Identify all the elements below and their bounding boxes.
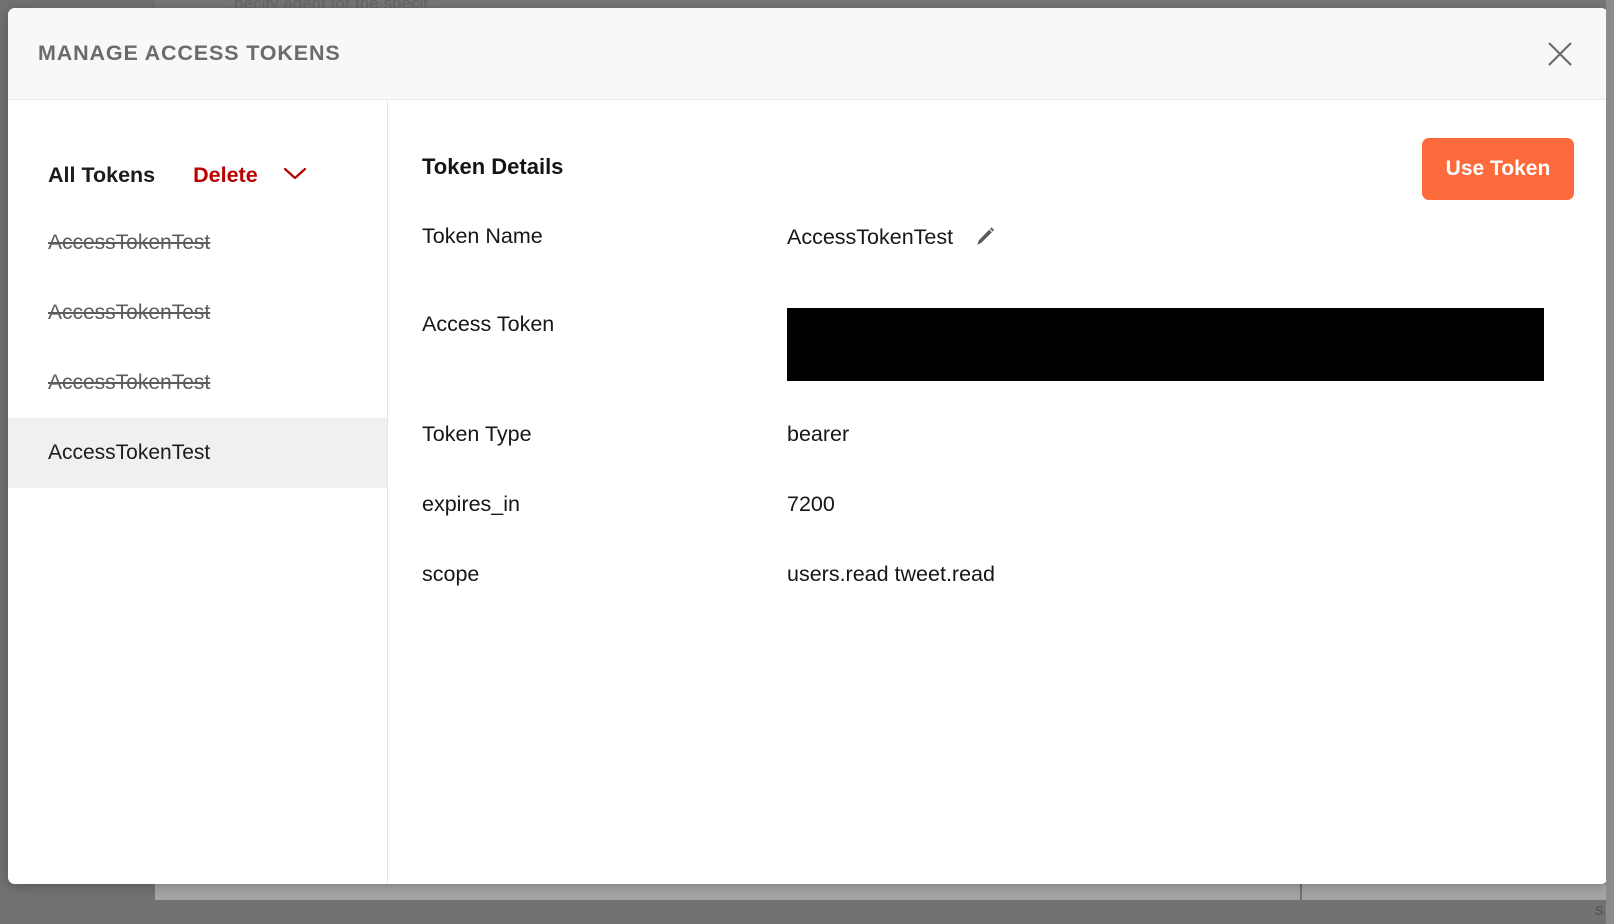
token-details-fields: Token Name AccessTokenTest [388, 200, 1608, 632]
dialog-header: MANAGE ACCESS TOKENS [8, 8, 1608, 100]
token-list-item[interactable]: AccessTokenTest [8, 278, 387, 348]
field-token-name: Token Name AccessTokenTest [422, 224, 1574, 312]
delete-label: Delete [193, 163, 258, 188]
access-token-label: Access Token [422, 312, 787, 337]
scope-label: scope [422, 562, 787, 587]
field-access-token: Access Token [422, 312, 1574, 422]
close-icon[interactable] [1540, 34, 1580, 74]
token-name-label: Token Name [422, 224, 787, 249]
chevron-down-icon [282, 165, 308, 186]
use-token-button[interactable]: Use Token [1422, 138, 1574, 200]
field-token-type: Token Type bearer [422, 422, 1574, 492]
dialog-title: MANAGE ACCESS TOKENS [38, 41, 341, 66]
token-list: AccessTokenTestAccessTokenTestAccessToke… [8, 208, 387, 488]
pencil-icon[interactable] [971, 224, 997, 250]
expires-in-value: 7200 [787, 492, 835, 517]
token-details-title: Token Details [422, 138, 563, 180]
background-right-gutter [1606, 0, 1614, 924]
all-tokens-label: All Tokens [48, 163, 155, 188]
dialog-body: All Tokens Delete AccessTokenTestAccessT… [8, 100, 1608, 884]
token-list-header: All Tokens Delete [8, 100, 387, 208]
token-list-item[interactable]: AccessTokenTest [8, 348, 387, 418]
token-details-header: Token Details Use Token [388, 100, 1608, 200]
token-type-value: bearer [787, 422, 849, 447]
field-scope: scope users.read tweet.read [422, 562, 1574, 632]
token-name-value: AccessTokenTest [787, 225, 953, 250]
token-list-item[interactable]: AccessTokenTest [8, 418, 387, 488]
screen-root: ...pecify agent for the specif... nnc=Is… [0, 0, 1614, 924]
token-list-pane: All Tokens Delete AccessTokenTestAccessT… [8, 100, 388, 884]
token-name-value-group: AccessTokenTest [787, 224, 997, 250]
token-type-label: Token Type [422, 422, 787, 447]
expires-in-label: expires_in [422, 492, 787, 517]
access-token-redacted-value[interactable] [787, 308, 1544, 381]
scope-value: users.read tweet.read [787, 562, 995, 587]
token-details-pane: Token Details Use Token Token Name Acces… [388, 100, 1608, 884]
token-list-item[interactable]: AccessTokenTest [8, 208, 387, 278]
field-expires-in: expires_in 7200 [422, 492, 1574, 562]
manage-access-tokens-dialog: MANAGE ACCESS TOKENS All Tokens Delete [8, 8, 1608, 884]
delete-dropdown[interactable]: Delete [193, 163, 308, 188]
access-token-value-group [787, 312, 1544, 381]
